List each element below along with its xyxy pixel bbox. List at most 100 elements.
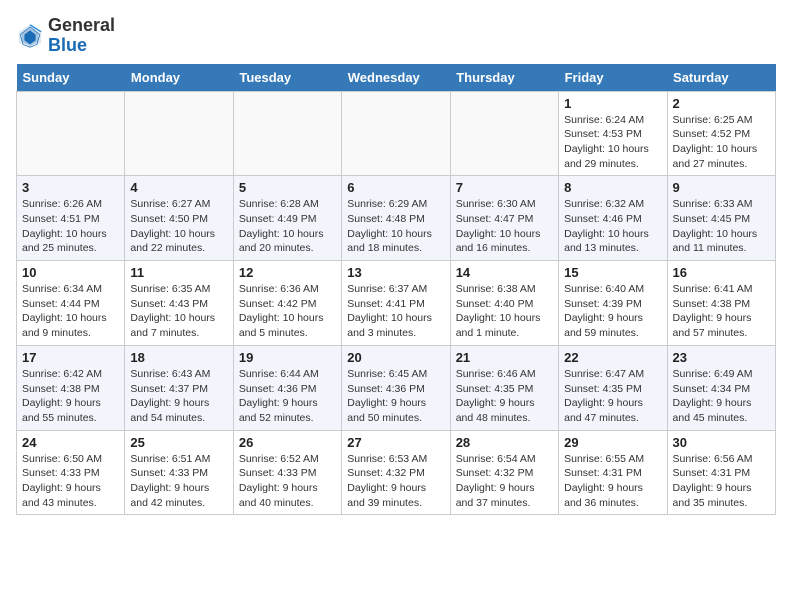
day-number: 5 (239, 180, 336, 195)
day-number: 10 (22, 265, 119, 280)
calendar-cell: 5 Sunrise: 6:28 AM Sunset: 4:49 PM Daylig… (233, 176, 341, 261)
page-header: General Blue (16, 16, 776, 56)
calendar-week-5: 24 Sunrise: 6:50 AM Sunset: 4:33 PM Dayli… (17, 430, 776, 515)
day-info: Sunrise: 6:32 AM Sunset: 4:46 PM Dayligh… (564, 197, 661, 256)
day-number: 15 (564, 265, 661, 280)
calendar-cell (342, 91, 450, 176)
calendar-cell: 22 Sunrise: 6:47 AM Sunset: 4:35 PM Dayli… (559, 345, 667, 430)
day-number: 24 (22, 435, 119, 450)
day-info: Sunrise: 6:33 AM Sunset: 4:45 PM Dayligh… (673, 197, 770, 256)
weekday-header-friday: Friday (559, 64, 667, 92)
day-info: Sunrise: 6:29 AM Sunset: 4:48 PM Dayligh… (347, 197, 444, 256)
weekday-header-wednesday: Wednesday (342, 64, 450, 92)
day-info: Sunrise: 6:49 AM Sunset: 4:34 PM Dayligh… (673, 367, 770, 426)
calendar-cell: 7Sunrise: 6:30 AM Sunset: 4:47 PM Daylig… (450, 176, 558, 261)
calendar-cell: 19 Sunrise: 6:44 AM Sunset: 4:36 PM Dayli… (233, 345, 341, 430)
calendar-cell: 29 Sunrise: 6:55 AM Sunset: 4:31 PM Dayli… (559, 430, 667, 515)
logo-text: General Blue (48, 16, 115, 56)
day-info: Sunrise: 6:27 AM Sunset: 4:50 PM Dayligh… (130, 197, 227, 256)
day-info: Sunrise: 6:52 AM Sunset: 4:33 PM Dayligh… (239, 452, 336, 511)
calendar-cell: 13Sunrise: 6:37 AM Sunset: 4:41 PM Dayli… (342, 261, 450, 346)
day-info: Sunrise: 6:25 AM Sunset: 4:52 PM Dayligh… (673, 113, 770, 172)
day-info: Sunrise: 6:42 AM Sunset: 4:38 PM Dayligh… (22, 367, 119, 426)
day-info: Sunrise: 6:45 AM Sunset: 4:36 PM Dayligh… (347, 367, 444, 426)
day-info: Sunrise: 6:34 AM Sunset: 4:44 PM Dayligh… (22, 282, 119, 341)
day-info: Sunrise: 6:40 AM Sunset: 4:39 PM Dayligh… (564, 282, 661, 341)
day-number: 29 (564, 435, 661, 450)
day-number: 19 (239, 350, 336, 365)
calendar-cell (125, 91, 233, 176)
day-info: Sunrise: 6:54 AM Sunset: 4:32 PM Dayligh… (456, 452, 553, 511)
calendar-cell: 28 Sunrise: 6:54 AM Sunset: 4:32 PM Dayli… (450, 430, 558, 515)
day-number: 30 (673, 435, 770, 450)
calendar-cell: 27Sunrise: 6:53 AM Sunset: 4:32 PM Dayli… (342, 430, 450, 515)
calendar-cell: 12 Sunrise: 6:36 AM Sunset: 4:42 PM Dayli… (233, 261, 341, 346)
calendar-cell: 1Sunrise: 6:24 AM Sunset: 4:53 PM Daylig… (559, 91, 667, 176)
calendar-cell: 9 Sunrise: 6:33 AM Sunset: 4:45 PM Daylig… (667, 176, 775, 261)
day-number: 9 (673, 180, 770, 195)
calendar-cell: 15 Sunrise: 6:40 AM Sunset: 4:39 PM Dayli… (559, 261, 667, 346)
calendar-cell: 6 Sunrise: 6:29 AM Sunset: 4:48 PM Daylig… (342, 176, 450, 261)
day-info: Sunrise: 6:28 AM Sunset: 4:49 PM Dayligh… (239, 197, 336, 256)
calendar-cell (233, 91, 341, 176)
calendar-cell (17, 91, 125, 176)
calendar-cell: 2 Sunrise: 6:25 AM Sunset: 4:52 PM Daylig… (667, 91, 775, 176)
calendar-week-4: 17 Sunrise: 6:42 AM Sunset: 4:38 PM Dayli… (17, 345, 776, 430)
calendar-cell: 25 Sunrise: 6:51 AM Sunset: 4:33 PM Dayli… (125, 430, 233, 515)
day-number: 12 (239, 265, 336, 280)
calendar-cell (450, 91, 558, 176)
day-info: Sunrise: 6:55 AM Sunset: 4:31 PM Dayligh… (564, 452, 661, 511)
day-number: 22 (564, 350, 661, 365)
weekday-header-monday: Monday (125, 64, 233, 92)
day-info: Sunrise: 6:37 AM Sunset: 4:41 PM Dayligh… (347, 282, 444, 341)
calendar-cell: 17 Sunrise: 6:42 AM Sunset: 4:38 PM Dayli… (17, 345, 125, 430)
day-number: 11 (130, 265, 227, 280)
day-info: Sunrise: 6:46 AM Sunset: 4:35 PM Dayligh… (456, 367, 553, 426)
day-number: 21 (456, 350, 553, 365)
logo-icon (16, 22, 44, 50)
day-number: 26 (239, 435, 336, 450)
day-info: Sunrise: 6:26 AM Sunset: 4:51 PM Dayligh… (22, 197, 119, 256)
calendar-week-3: 10 Sunrise: 6:34 AM Sunset: 4:44 PM Dayli… (17, 261, 776, 346)
day-info: Sunrise: 6:44 AM Sunset: 4:36 PM Dayligh… (239, 367, 336, 426)
calendar-week-1: 1Sunrise: 6:24 AM Sunset: 4:53 PM Daylig… (17, 91, 776, 176)
day-number: 17 (22, 350, 119, 365)
day-number: 4 (130, 180, 227, 195)
day-number: 8 (564, 180, 661, 195)
day-info: Sunrise: 6:36 AM Sunset: 4:42 PM Dayligh… (239, 282, 336, 341)
weekday-header-sunday: Sunday (17, 64, 125, 92)
day-info: Sunrise: 6:50 AM Sunset: 4:33 PM Dayligh… (22, 452, 119, 511)
day-info: Sunrise: 6:47 AM Sunset: 4:35 PM Dayligh… (564, 367, 661, 426)
day-number: 28 (456, 435, 553, 450)
day-info: Sunrise: 6:35 AM Sunset: 4:43 PM Dayligh… (130, 282, 227, 341)
day-info: Sunrise: 6:41 AM Sunset: 4:38 PM Dayligh… (673, 282, 770, 341)
calendar-cell: 18Sunrise: 6:43 AM Sunset: 4:37 PM Dayli… (125, 345, 233, 430)
calendar-table: SundayMondayTuesdayWednesdayThursdayFrid… (16, 64, 776, 516)
day-info: Sunrise: 6:30 AM Sunset: 4:47 PM Dayligh… (456, 197, 553, 256)
weekday-header-tuesday: Tuesday (233, 64, 341, 92)
day-number: 2 (673, 96, 770, 111)
calendar-cell: 10 Sunrise: 6:34 AM Sunset: 4:44 PM Dayli… (17, 261, 125, 346)
day-info: Sunrise: 6:56 AM Sunset: 4:31 PM Dayligh… (673, 452, 770, 511)
day-number: 27 (347, 435, 444, 450)
calendar-cell: 23Sunrise: 6:49 AM Sunset: 4:34 PM Dayli… (667, 345, 775, 430)
day-number: 1 (564, 96, 661, 111)
calendar-cell: 16 Sunrise: 6:41 AM Sunset: 4:38 PM Dayli… (667, 261, 775, 346)
day-number: 16 (673, 265, 770, 280)
calendar-cell: 30 Sunrise: 6:56 AM Sunset: 4:31 PM Dayli… (667, 430, 775, 515)
day-number: 3 (22, 180, 119, 195)
calendar-cell: 21 Sunrise: 6:46 AM Sunset: 4:35 PM Dayli… (450, 345, 558, 430)
calendar-cell: 20 Sunrise: 6:45 AM Sunset: 4:36 PM Dayli… (342, 345, 450, 430)
day-number: 18 (130, 350, 227, 365)
calendar-cell: 11 Sunrise: 6:35 AM Sunset: 4:43 PM Dayli… (125, 261, 233, 346)
calendar-cell: 4 Sunrise: 6:27 AM Sunset: 4:50 PM Daylig… (125, 176, 233, 261)
logo: General Blue (16, 16, 115, 56)
day-number: 25 (130, 435, 227, 450)
calendar-cell: 8 Sunrise: 6:32 AM Sunset: 4:46 PM Daylig… (559, 176, 667, 261)
day-info: Sunrise: 6:51 AM Sunset: 4:33 PM Dayligh… (130, 452, 227, 511)
weekday-header-row: SundayMondayTuesdayWednesdayThursdayFrid… (17, 64, 776, 92)
day-number: 20 (347, 350, 444, 365)
day-number: 14 (456, 265, 553, 280)
day-number: 6 (347, 180, 444, 195)
calendar-week-2: 3 Sunrise: 6:26 AM Sunset: 4:51 PM Daylig… (17, 176, 776, 261)
